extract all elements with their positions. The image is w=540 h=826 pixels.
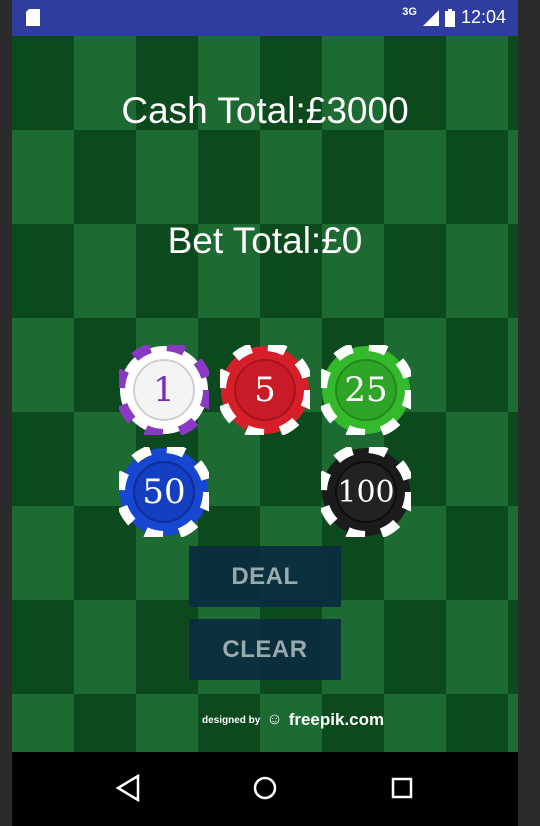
deal-button[interactable]: DEAL <box>189 546 341 607</box>
chip-1[interactable]: 1 <box>115 341 213 439</box>
game-table: Cash Total:£3000 Bet Total:£0 1 5 25 50 … <box>12 36 518 752</box>
android-nav-bar <box>12 752 518 826</box>
credit-brand: freepik.com <box>288 710 385 729</box>
chip-value: 5 <box>254 370 276 410</box>
chip-value: 50 <box>142 472 186 512</box>
chip-50[interactable]: 50 <box>115 443 213 541</box>
chip-5[interactable]: 5 <box>216 341 314 439</box>
chip-value: 100 <box>337 474 395 510</box>
chip-25[interactable]: 25 <box>317 341 415 439</box>
cash-total: Cash Total:£3000 <box>121 90 409 131</box>
recents-square-icon[interactable] <box>386 772 418 804</box>
credit-prefix: designed by <box>202 714 261 726</box>
freepik-logo-icon: ☺ <box>266 711 283 728</box>
signal-icon <box>422 9 439 26</box>
clock: 12:04 <box>460 7 506 27</box>
chip-100[interactable]: 100 <box>317 443 415 541</box>
clear-button[interactable]: CLEAR <box>189 619 341 680</box>
freepik-credit: designed by ☺ freepik.com <box>202 710 384 730</box>
sd-card-icon <box>26 9 40 26</box>
device-frame: 3G 12:04 Cash Total:£3000 Bet Total:£0 1… <box>12 0 518 826</box>
home-circle-icon[interactable] <box>249 772 281 804</box>
bet-total: Bet Total:£0 <box>167 220 363 261</box>
chip-value: 25 <box>344 370 388 410</box>
back-triangle-icon[interactable] <box>112 772 144 804</box>
status-bar: 3G 12:04 <box>12 0 518 36</box>
network-type: 3G <box>402 5 417 18</box>
chip-value: 1 <box>153 370 175 410</box>
battery-icon <box>444 8 455 27</box>
